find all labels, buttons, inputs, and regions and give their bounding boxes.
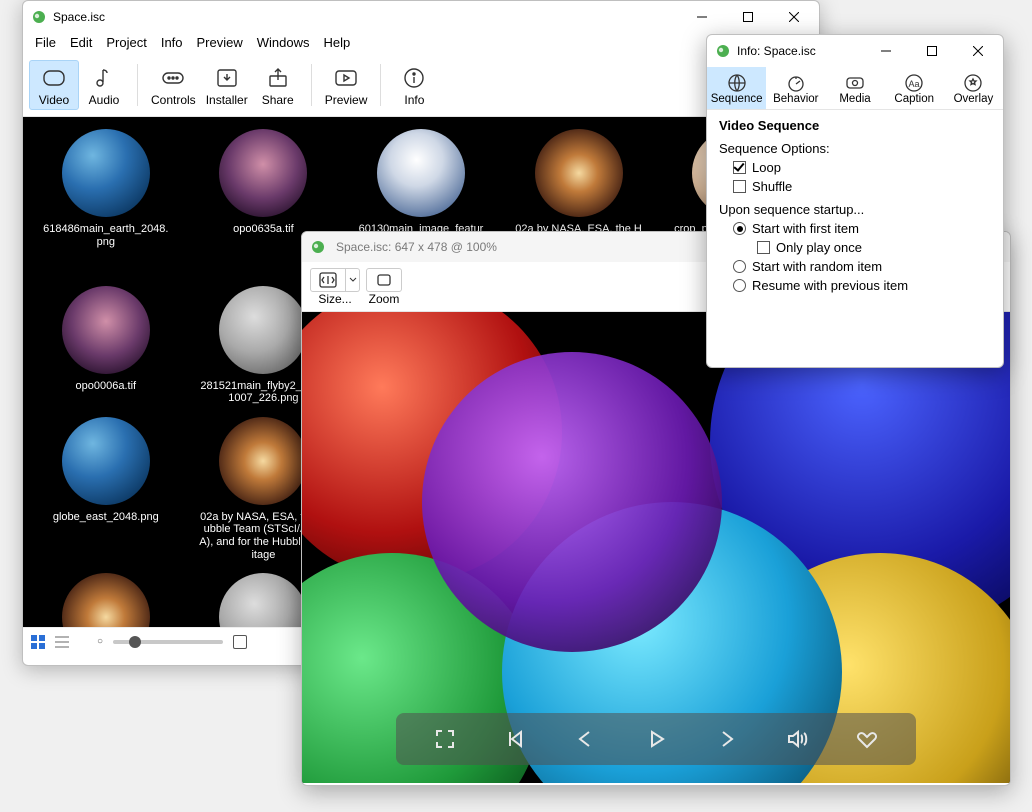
share-icon [258,65,298,91]
menu-windows[interactable]: Windows [251,33,316,56]
toolbar-installer[interactable]: Installer [201,60,253,110]
toolbar-info[interactable]: Info [389,60,439,110]
loop-checkbox[interactable] [733,161,746,174]
menu-project[interactable]: Project [100,33,152,56]
menubar: File Edit Project Info Preview Windows H… [23,33,819,56]
tab-behavior[interactable]: Behavior [766,67,825,109]
info-title: Info: Space.isc [737,44,863,58]
first-icon[interactable] [496,720,534,758]
zoom-in-icon[interactable] [233,635,247,649]
preview-icon [326,65,366,91]
video-icon [34,65,74,91]
minimize-button[interactable] [863,36,909,66]
start-first-radio[interactable] [733,222,746,235]
main-titlebar[interactable]: Space.isc [23,1,819,33]
thumbnail-caption: globe_east_2048.png [51,509,161,524]
only-once-checkbox[interactable] [757,241,770,254]
tab-media[interactable]: Media [825,67,884,109]
svg-text:Aa: Aa [909,79,920,89]
tab-caption[interactable]: AaCaption [885,67,944,109]
info-titlebar[interactable]: Info: Space.isc [707,35,1003,67]
thumbnail[interactable]: globe_east_2048.png [31,413,181,562]
thumbnail-caption: 618486main_earth_2048.png [39,221,173,248]
menu-help[interactable]: Help [318,33,357,56]
like-icon[interactable] [848,720,886,758]
tab-overlay[interactable]: Overlay [944,67,1003,109]
thumbnail-caption: opo0635a.tif [231,221,296,236]
audio-icon [84,65,124,91]
shuffle-checkbox[interactable] [733,180,746,193]
thumbnail[interactable]: 168785main_image_feature_755_ys_full.jpg [31,569,181,627]
main-title: Space.isc [53,10,679,24]
app-icon [310,239,326,255]
menu-edit[interactable]: Edit [64,33,98,56]
menu-info[interactable]: Info [155,33,189,56]
thumbnail-caption: opo0006a.tif [74,378,139,393]
app-icon [31,9,47,25]
volume-icon[interactable] [778,720,816,758]
resume-radio[interactable] [733,279,746,292]
thumbnail-image [39,413,173,509]
size-button[interactable]: Size... [310,268,360,306]
list-view-icon[interactable] [55,635,69,649]
grid-view-icon[interactable] [31,635,45,649]
close-button[interactable] [771,2,817,32]
thumbnail[interactable]: opo0006a.tif [31,282,181,405]
thumbnail-size-slider[interactable] [113,640,223,644]
preview-title-text: Space.isc: 647 x 478 @ 100% [336,240,497,254]
start-random-radio[interactable] [733,260,746,273]
info-heading: Video Sequence [719,118,991,133]
thumbnail-image [512,125,646,221]
info-icon [394,65,434,91]
preview-canvas [302,312,1010,783]
info-window: Info: Space.isc Sequence Behavior Media … [706,34,1004,368]
thumbnail[interactable]: 618486main_earth_2048.png [31,125,181,274]
sequence-options-label: Sequence Options: [719,141,991,156]
minimize-button[interactable] [679,2,725,32]
zoom-out-icon[interactable]: ○ [97,636,103,647]
thumbnail-image [39,125,173,221]
playback-controls [396,713,916,765]
info-tabs: Sequence Behavior Media AaCaption Overla… [707,67,1003,110]
maximize-button[interactable] [725,2,771,32]
installer-icon [207,65,247,91]
fullscreen-icon[interactable] [426,720,464,758]
app-icon [715,43,731,59]
thumbnail-image [354,125,488,221]
startup-label: Upon sequence startup... [719,202,991,217]
toolbar-preview[interactable]: Preview [320,60,373,110]
play-icon[interactable] [637,720,675,758]
main-toolbar: VideoAudio ControlsInstallerShare Preview I… [23,56,819,117]
zoom-button[interactable]: Zoom [366,268,402,306]
toolbar-share[interactable]: Share [253,60,303,110]
tab-sequence[interactable]: Sequence [707,67,766,109]
menu-preview[interactable]: Preview [191,33,249,56]
menu-file[interactable]: File [29,33,62,56]
next-icon[interactable] [707,720,745,758]
thumbnail-image [196,125,330,221]
info-body: Video Sequence Sequence Options: Loop Sh… [707,110,1003,305]
maximize-button[interactable] [909,36,955,66]
toolbar-video[interactable]: Video [29,60,79,110]
close-button[interactable] [955,36,1001,66]
thumbnail-image [39,282,173,378]
previous-icon[interactable] [567,720,605,758]
chevron-down-icon[interactable] [346,268,360,292]
toolbar-audio[interactable]: Audio [79,60,129,110]
controls-icon [153,65,193,91]
thumbnail-image [39,569,173,627]
toolbar-controls[interactable]: Controls [146,60,201,110]
